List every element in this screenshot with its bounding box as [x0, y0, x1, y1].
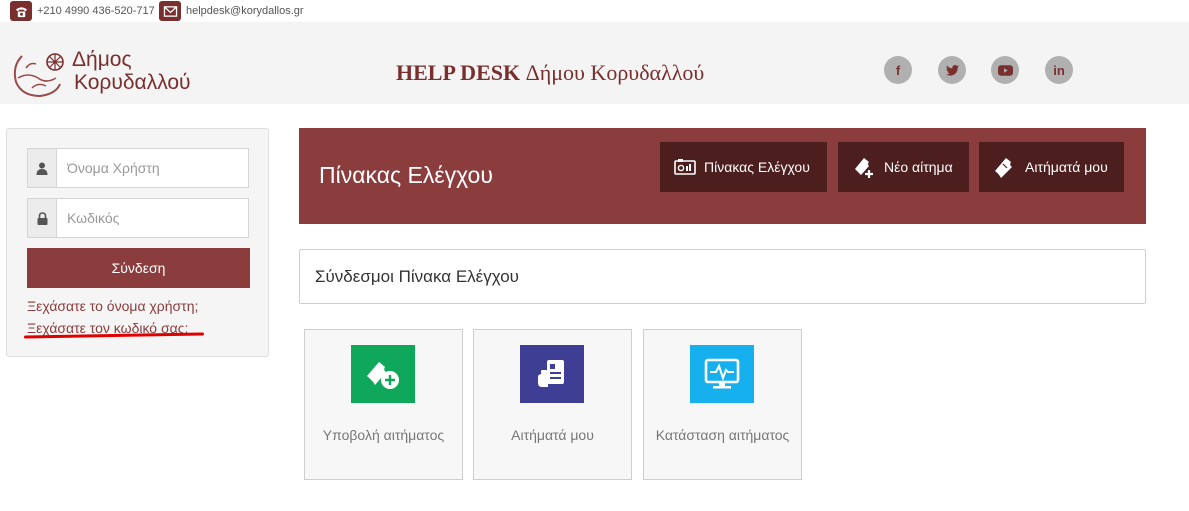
new-ticket-icon	[855, 158, 873, 178]
submit-ticket-icon	[351, 345, 415, 403]
dashboard-button-label: Πίνακας Ελέγχου	[704, 159, 810, 175]
site-title-bold: HELP DESK	[396, 60, 521, 85]
dashboard-icon	[674, 159, 696, 175]
my-tickets-button-label: Αιτήματά μου	[1025, 159, 1108, 175]
site-title: HELP DESK Δήμου Κορυδαλλού	[396, 60, 704, 86]
login-panel: Σύνδεση Ξεχάσατε το όνομα χρήστη; Ξεχάσα…	[6, 128, 269, 357]
linkedin-glyph: in	[1053, 62, 1065, 78]
password-input[interactable]	[57, 199, 248, 237]
phone-icon	[10, 1, 32, 21]
status-monitor-icon	[690, 345, 754, 403]
email-contact: helpdesk@korydallos.gr	[159, 0, 304, 22]
logo-text-line2: Κορυδαλλού	[74, 71, 191, 94]
logo-text-line1: Δήμος	[72, 48, 132, 71]
new-ticket-button[interactable]: Νέο αίτημα	[838, 142, 969, 192]
ticket-status-label: Κατάσταση αιτήματος	[655, 427, 790, 443]
my-tickets-label: Αιτήματά μου	[511, 427, 594, 443]
site-header: Δήμος Κορυδαλλού HELP DESK Δήμου Κορυδαλ…	[0, 22, 1189, 104]
youtube-play-icon	[997, 64, 1013, 76]
dashboard-links-header: Σύνδεσμοι Πίνακα Ελέγχου	[299, 249, 1146, 304]
username-input[interactable]	[57, 149, 248, 187]
facebook-glyph: f	[895, 62, 901, 78]
logo-emblem-icon	[13, 53, 64, 98]
my-tickets-tile[interactable]: Αιτήματά μου	[473, 329, 632, 480]
login-button[interactable]: Σύνδεση	[27, 248, 250, 288]
ticket-icon	[995, 158, 1012, 178]
lock-icon	[28, 199, 57, 237]
dashboard-banner: Πίνακας Ελέγχου Πίνακας Ελέγχου Νέο αίτη…	[299, 128, 1146, 224]
twitter-bird-icon	[945, 64, 959, 76]
dashboard-button[interactable]: Πίνακας Ελέγχου	[660, 142, 827, 192]
my-tickets-icon	[520, 345, 584, 403]
password-field	[27, 198, 249, 238]
new-ticket-button-label: Νέο αίτημα	[884, 159, 953, 175]
user-icon	[28, 149, 57, 187]
my-tickets-button[interactable]: Αιτήματά μου	[979, 142, 1124, 192]
submit-ticket-tile[interactable]: Υποβολή αιτήματος	[304, 329, 463, 480]
facebook-icon[interactable]: f	[884, 56, 912, 84]
section-title: Σύνδεσμοι Πίνακα Ελέγχου	[315, 267, 519, 286]
envelope-icon	[159, 1, 181, 21]
submit-ticket-label: Υποβολή αιτήματος	[322, 427, 445, 443]
banner-title: Πίνακας Ελέγχου	[319, 162, 493, 188]
municipality-logo[interactable]: Δήμος Κορυδαλλού	[8, 48, 208, 100]
contact-bar: +210 4990 436-520-717 helpdesk@korydallo…	[0, 0, 1189, 22]
phone-contact: +210 4990 436-520-717	[10, 0, 155, 22]
phone-number: +210 4990 436-520-717	[37, 5, 155, 17]
username-field	[27, 148, 249, 188]
forgot-username-link[interactable]: Ξεχάσατε το όνομα χρήστη;	[27, 298, 198, 314]
youtube-icon[interactable]	[991, 56, 1019, 84]
linkedin-icon[interactable]: in	[1045, 56, 1073, 84]
ticket-status-tile[interactable]: Κατάσταση αιτήματος	[643, 329, 802, 480]
twitter-icon[interactable]	[938, 56, 966, 84]
site-title-rest: Δήμου Κορυδαλλού	[520, 60, 705, 85]
email-address: helpdesk@korydallos.gr	[186, 5, 304, 17]
